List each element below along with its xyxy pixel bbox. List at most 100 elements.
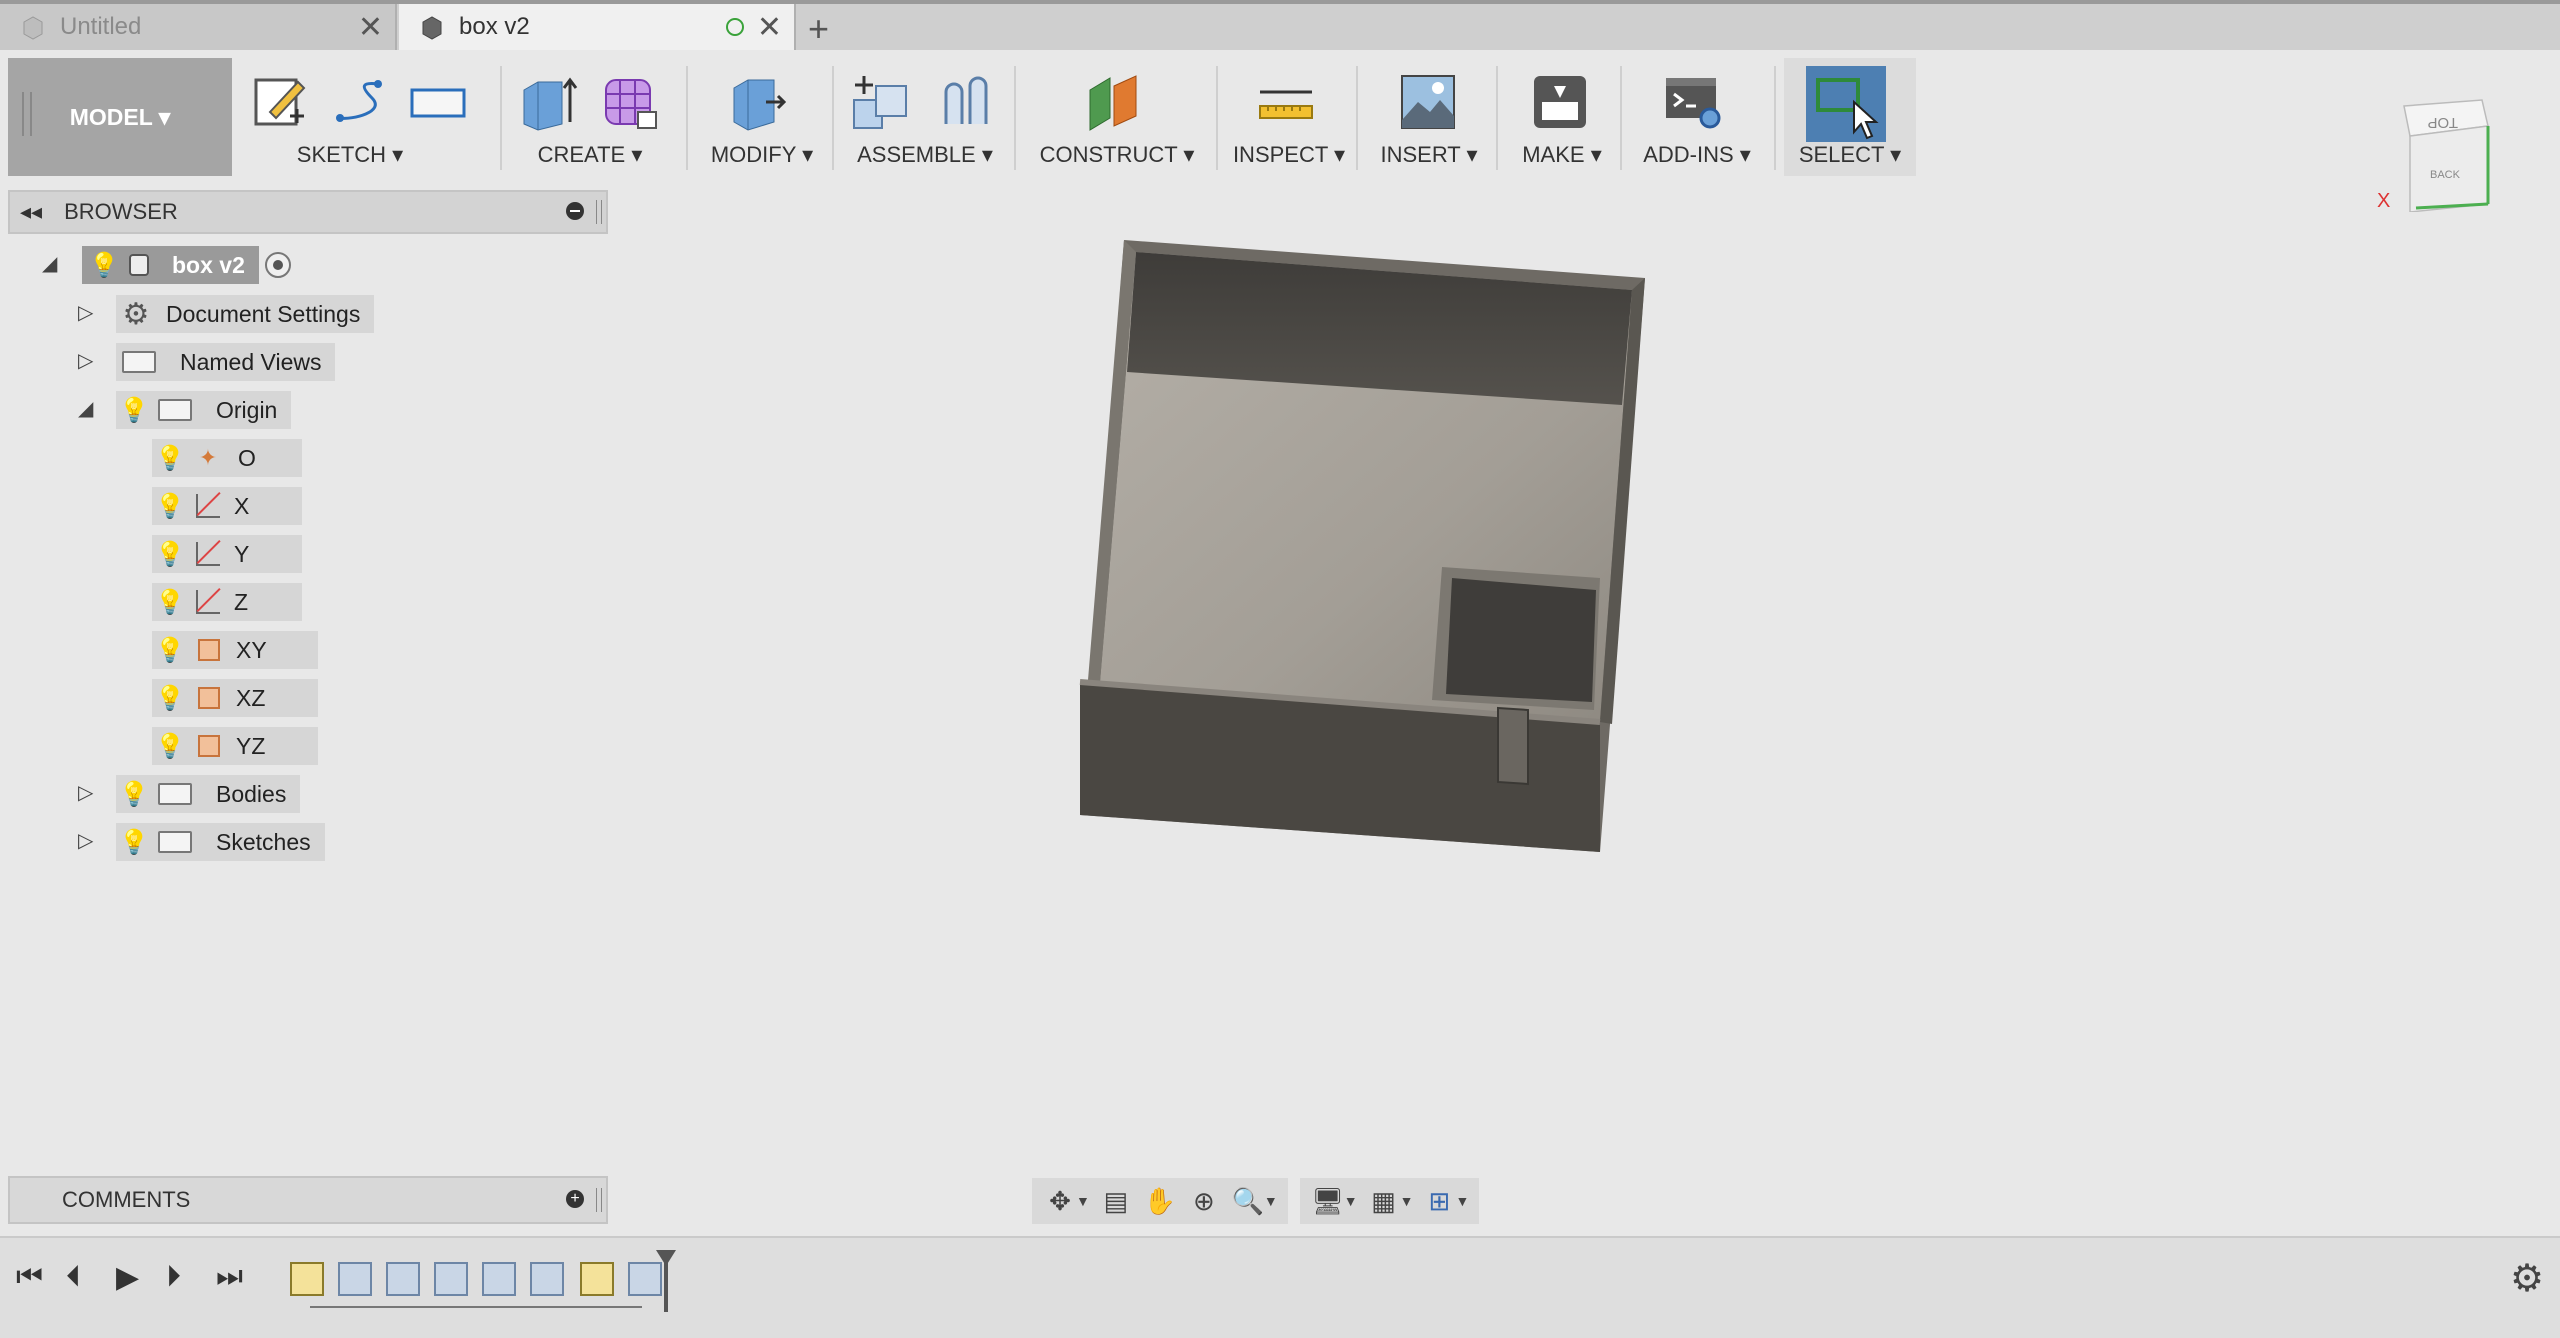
chevron-down-icon[interactable]: ▼: [1264, 1193, 1278, 1209]
look-at-icon[interactable]: ▤: [1094, 1181, 1138, 1221]
tab-untitled[interactable]: Untitled ✕: [0, 4, 397, 50]
viewcube-top-label: TOP: [2427, 114, 2458, 131]
scripts-icon[interactable]: [1664, 72, 1724, 132]
browser-item-z-axis[interactable]: 💡Z: [152, 583, 302, 621]
timeline-extrude-feature[interactable]: [628, 1262, 662, 1296]
step-back-icon[interactable]: ⏴: [66, 1260, 81, 1294]
joint-icon[interactable]: [936, 72, 996, 132]
new-tab-button[interactable]: +: [808, 8, 829, 50]
press-pull-icon[interactable]: [726, 72, 786, 132]
visibility-bulb-icon[interactable]: 💡: [116, 396, 152, 425]
spline-icon[interactable]: [332, 72, 392, 132]
browser-item-origin-point[interactable]: 💡✦O: [152, 439, 302, 477]
sketch-group[interactable]: SKETCH ▾: [240, 58, 460, 176]
chevron-down-icon[interactable]: ▼: [1400, 1193, 1414, 1209]
select-group[interactable]: SELECT ▾: [1784, 58, 1916, 176]
activate-radio[interactable]: [265, 252, 291, 278]
chevron-down-icon[interactable]: ▼: [1076, 1193, 1090, 1209]
model-viewport[interactable]: [1060, 230, 1660, 870]
toolbar-grip[interactable]: [22, 92, 32, 136]
close-icon[interactable]: ✕: [757, 10, 782, 45]
offset-plane-icon[interactable]: [1084, 72, 1144, 132]
comments-title: COMMENTS: [62, 1187, 190, 1213]
toolbar-divider: [832, 66, 834, 170]
add-comment-icon[interactable]: +: [566, 1190, 584, 1208]
step-forward-icon[interactable]: ⏵: [166, 1260, 181, 1294]
browser-item-xz-plane[interactable]: 💡XZ: [152, 679, 318, 717]
visibility-bulb-icon[interactable]: 💡: [152, 492, 188, 521]
insert-image-icon[interactable]: [1398, 72, 1458, 132]
collapse-arrow-icon[interactable]: ◢: [78, 396, 93, 421]
pan-icon[interactable]: ✋: [1138, 1181, 1182, 1221]
timeline-extrude-feature[interactable]: [386, 1262, 420, 1296]
expand-arrow-icon[interactable]: ▷: [78, 828, 93, 853]
browser-root[interactable]: 💡 box v2: [82, 246, 291, 284]
browser-item-xy-plane[interactable]: 💡XY: [152, 631, 318, 669]
new-component-icon[interactable]: [850, 72, 910, 132]
add-ins-group[interactable]: ADD-INS ▾: [1630, 58, 1764, 176]
sketch-label: SKETCH ▾: [240, 142, 460, 168]
timeline-sketch-feature[interactable]: [580, 1262, 614, 1296]
zoom-icon[interactable]: ⊕: [1182, 1181, 1226, 1221]
browser-item-document-settings[interactable]: ⚙Document Settings: [116, 295, 374, 333]
visibility-bulb-icon[interactable]: 💡: [116, 780, 152, 809]
collapse-panel-icon[interactable]: ◂◂: [20, 199, 42, 225]
visibility-bulb-icon[interactable]: 💡: [152, 540, 188, 569]
assemble-group[interactable]: ASSEMBLE ▾: [842, 58, 1008, 176]
visibility-bulb-icon[interactable]: 💡: [152, 684, 188, 713]
toolbar-divider: [1216, 66, 1218, 170]
gear-icon: ⚙: [116, 297, 156, 332]
visibility-bulb-icon[interactable]: 💡: [86, 251, 122, 280]
extrude-icon[interactable]: [518, 72, 578, 132]
collapse-arrow-icon[interactable]: ◢: [42, 251, 57, 276]
browser-item-sketches[interactable]: 💡Sketches: [116, 823, 325, 861]
settings-gear-icon[interactable]: ⚙: [2510, 1256, 2544, 1301]
item-label: Bodies: [216, 781, 286, 808]
visibility-bulb-icon[interactable]: 💡: [152, 636, 188, 665]
create-group[interactable]: CREATE ▾: [510, 58, 670, 176]
go-to-start-icon[interactable]: ⏮: [16, 1260, 43, 1294]
timeline-extrude-feature[interactable]: [530, 1262, 564, 1296]
timeline-extrude-feature[interactable]: [482, 1262, 516, 1296]
create-sketch-icon[interactable]: [250, 72, 310, 132]
close-icon[interactable]: ✕: [358, 10, 383, 45]
inspect-group[interactable]: INSPECT ▾: [1226, 58, 1352, 176]
chevron-down-icon[interactable]: ▼: [1344, 1193, 1358, 1209]
make-group[interactable]: MAKE ▾: [1506, 58, 1618, 176]
browser-item-x-axis[interactable]: 💡X: [152, 487, 302, 525]
view-cube[interactable]: TOP BACK: [2396, 96, 2496, 212]
timeline-extrude-feature[interactable]: [434, 1262, 468, 1296]
timeline-sketch-feature[interactable]: [290, 1262, 324, 1296]
panel-grip[interactable]: [596, 1188, 602, 1212]
insert-group[interactable]: INSERT ▾: [1366, 58, 1492, 176]
browser-item-origin[interactable]: 💡Origin: [116, 391, 291, 429]
visibility-bulb-icon[interactable]: 💡: [152, 444, 188, 473]
chevron-down-icon[interactable]: ▼: [1455, 1193, 1469, 1209]
measure-icon[interactable]: [1256, 72, 1316, 132]
expand-arrow-icon[interactable]: ▷: [78, 348, 93, 373]
play-icon[interactable]: ▶: [116, 1260, 139, 1295]
timeline-extrude-feature[interactable]: [338, 1262, 372, 1296]
select-icon[interactable]: [1806, 66, 1886, 142]
root-label: box v2: [172, 252, 245, 279]
construct-group[interactable]: CONSTRUCT ▾: [1024, 58, 1210, 176]
construct-label: CONSTRUCT ▾: [1024, 142, 1210, 168]
visibility-bulb-icon[interactable]: 💡: [116, 828, 152, 857]
visibility-bulb-icon[interactable]: 💡: [152, 588, 188, 617]
minimize-icon[interactable]: [566, 202, 584, 220]
tab-box-v2[interactable]: box v2 ✕: [399, 4, 796, 50]
browser-item-bodies[interactable]: 💡 Bodies: [116, 775, 300, 813]
expand-arrow-icon[interactable]: ▷: [78, 780, 93, 805]
visibility-bulb-icon[interactable]: 💡: [152, 732, 188, 761]
modify-group[interactable]: MODIFY ▾: [696, 58, 828, 176]
rectangle-icon[interactable]: [408, 72, 468, 132]
workspace-switcher[interactable]: MODEL ▾: [8, 58, 232, 176]
form-icon[interactable]: [600, 72, 660, 132]
panel-grip[interactable]: [596, 200, 602, 224]
go-to-end-icon[interactable]: ⏭: [216, 1260, 243, 1294]
browser-item-yz-plane[interactable]: 💡YZ: [152, 727, 318, 765]
browser-item-y-axis[interactable]: 💡Y: [152, 535, 302, 573]
3d-print-icon[interactable]: [1530, 72, 1590, 132]
browser-item-named-views[interactable]: Named Views: [116, 343, 335, 381]
expand-arrow-icon[interactable]: ▷: [78, 300, 93, 325]
